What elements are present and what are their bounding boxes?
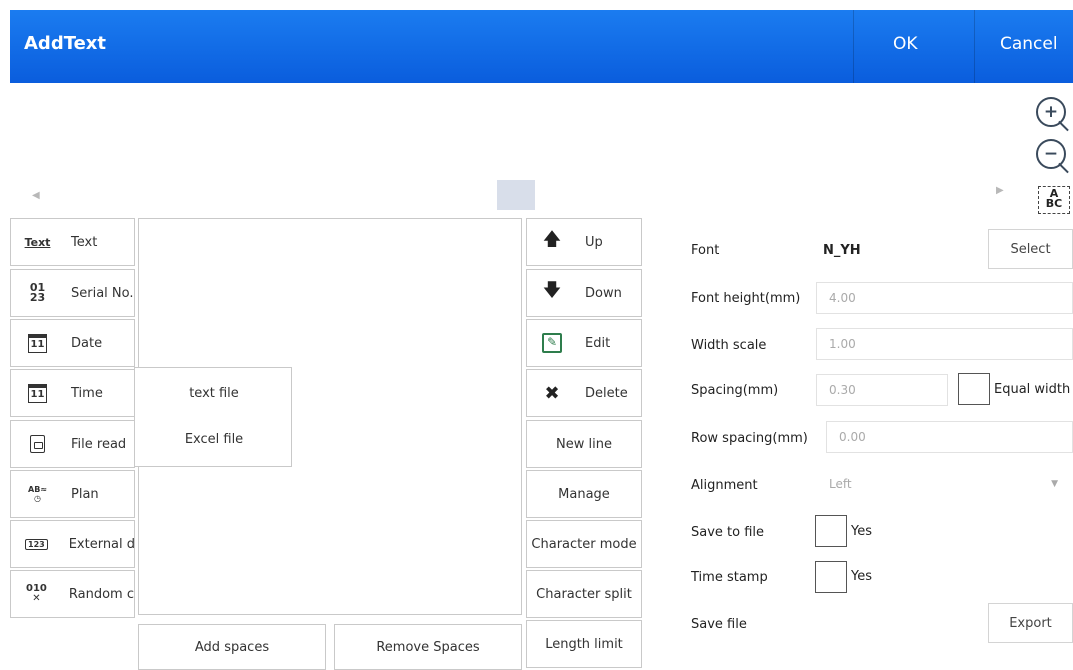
title-bar: AddText OK Cancel xyxy=(10,10,1073,83)
add-spaces-button[interactable]: Add spaces xyxy=(138,624,326,670)
alignment-label: Alignment xyxy=(691,478,758,493)
menu-item-serial[interactable]: 01 23 Serial No. xyxy=(10,269,135,317)
width-scale-input[interactable]: 1.00 xyxy=(816,328,1073,360)
scroll-right-icon[interactable]: ▶ xyxy=(996,185,1004,196)
save-to-file-label: Save to file xyxy=(691,525,765,540)
delete-button[interactable]: ✖ Delete xyxy=(526,369,642,417)
font-label: Font xyxy=(691,243,720,258)
divider xyxy=(853,10,854,83)
down-button[interactable]: 🡇 Down xyxy=(526,269,642,317)
menu-item-external[interactable]: 123 External d xyxy=(10,520,135,568)
character-split-button[interactable]: Character split xyxy=(526,570,642,618)
file-icon xyxy=(25,435,50,453)
close-icon: ✖ xyxy=(544,382,560,404)
divider xyxy=(974,10,975,83)
width-scale-label: Width scale xyxy=(691,338,767,353)
plan-icon: AB≈ ◷ xyxy=(28,485,47,503)
menu-item-file-read[interactable]: File read xyxy=(10,420,135,468)
external-data-icon: 123 xyxy=(25,538,48,550)
edit-icon: ✎ xyxy=(541,333,563,353)
spacing-input[interactable]: 0.30 xyxy=(816,374,948,406)
menu-label: Random c xyxy=(68,586,134,602)
manage-button[interactable]: Manage xyxy=(526,470,642,518)
menu-label: File read xyxy=(71,436,127,452)
menu-label: Serial No. xyxy=(71,285,134,301)
spacing-label: Spacing(mm) xyxy=(691,383,779,398)
menu-item-plan[interactable]: AB≈ ◷ Plan xyxy=(10,470,135,518)
font-value: N_YH xyxy=(823,243,861,258)
text-icon: Text xyxy=(24,235,51,249)
save-to-file-checkbox[interactable] xyxy=(815,515,847,547)
export-button[interactable]: Export xyxy=(988,603,1073,643)
menu-item-time[interactable]: 11 Time xyxy=(10,369,135,417)
arrow-down-icon: 🡇 xyxy=(542,280,562,301)
scroll-left-icon[interactable]: ◀ xyxy=(32,190,40,201)
new-line-button[interactable]: New line xyxy=(526,420,642,468)
equal-width-checkbox[interactable] xyxy=(958,373,990,405)
preview-text-marker[interactable] xyxy=(497,180,535,210)
menu-label: Plan xyxy=(71,486,99,502)
cancel-button[interactable]: Cancel xyxy=(1000,34,1058,54)
calendar-icon: 11 xyxy=(25,383,50,403)
random-icon: 010 ✕ xyxy=(26,583,47,604)
time-stamp-label: Time stamp xyxy=(691,570,768,585)
menu-label: Text xyxy=(71,234,98,250)
row-spacing-input[interactable]: 0.00 xyxy=(826,421,1073,453)
font-height-input[interactable]: 4.00 xyxy=(816,282,1073,314)
excel-file-option[interactable]: Excel file xyxy=(135,432,293,447)
dropdown-arrow-icon: ▼ xyxy=(1051,479,1058,489)
serial-number-icon: 01 23 xyxy=(29,281,46,304)
ok-button[interactable]: OK xyxy=(893,34,918,54)
edit-button[interactable]: ✎ Edit xyxy=(526,319,642,367)
menu-item-random[interactable]: 010 ✕ Random c xyxy=(10,570,135,618)
time-stamp-checkbox[interactable] xyxy=(815,561,847,593)
menu-item-text[interactable]: Text Text xyxy=(10,218,135,266)
menu-label: Date xyxy=(71,335,103,351)
zoom-in-icon[interactable]: + xyxy=(1036,97,1069,132)
up-button[interactable]: 🡅 Up xyxy=(526,218,642,266)
time-stamp-yes: Yes xyxy=(851,569,872,584)
text-orientation-icon[interactable]: A BC xyxy=(1038,186,1070,214)
remove-spaces-button[interactable]: Remove Spaces xyxy=(334,624,522,670)
calendar-icon: 11 xyxy=(25,333,50,353)
save-file-label: Save file xyxy=(691,617,747,632)
font-height-label: Font height(mm) xyxy=(691,291,801,306)
preview-canvas[interactable] xyxy=(10,83,1073,213)
row-spacing-label: Row spacing(mm) xyxy=(691,431,808,446)
window-title: AddText xyxy=(24,33,107,54)
equal-width-label: Equal width xyxy=(994,382,1071,397)
text-file-option[interactable]: text file xyxy=(135,386,293,401)
menu-label: Time xyxy=(71,385,103,401)
save-to-file-yes: Yes xyxy=(851,524,872,539)
select-font-button[interactable]: Select xyxy=(988,229,1073,269)
length-limit-button[interactable]: Length limit xyxy=(526,620,642,668)
file-read-popup: text file Excel file xyxy=(134,367,292,467)
zoom-out-icon[interactable]: − xyxy=(1036,139,1069,174)
arrow-up-icon: 🡅 xyxy=(542,229,562,250)
menu-label: External d xyxy=(68,536,135,552)
menu-item-date[interactable]: 11 Date xyxy=(10,319,135,367)
alignment-select[interactable]: Left ▼ xyxy=(816,468,1073,500)
character-mode-button[interactable]: Character mode xyxy=(526,520,642,568)
